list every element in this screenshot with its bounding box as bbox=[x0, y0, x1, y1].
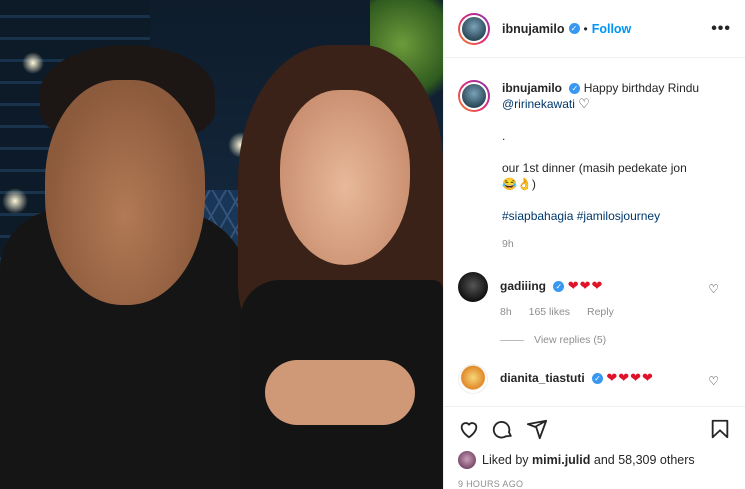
caption-line2-emoji: 😂👌) bbox=[502, 177, 536, 191]
post-side-panel: ibnujamilo ✓ • Follow ••• ibnujamilo ✓ H… bbox=[443, 0, 745, 489]
verified-icon: ✓ bbox=[569, 83, 581, 95]
comment-text: ❤❤❤ bbox=[567, 278, 604, 293]
share-icon[interactable] bbox=[526, 418, 548, 440]
man-face bbox=[45, 80, 205, 305]
caption-dot-line: . bbox=[502, 129, 506, 143]
comment-item: dianita_tiastuti ✓ ❤❤❤❤ ♡ bbox=[458, 364, 731, 394]
comment-username[interactable]: dianita_tiastuti bbox=[500, 371, 585, 385]
more-options-icon[interactable]: ••• bbox=[711, 20, 731, 38]
post-timestamp[interactable]: 9 HOURS AGO bbox=[458, 479, 731, 489]
bookmark-icon[interactable] bbox=[709, 418, 731, 440]
comment-username[interactable]: gadiiing bbox=[500, 279, 546, 293]
comment-likes[interactable]: 165 likes bbox=[529, 306, 570, 318]
caption-line1: Happy birthday Rindu bbox=[583, 81, 700, 95]
comment-icon[interactable] bbox=[492, 418, 514, 440]
comment-time[interactable]: 8h bbox=[500, 306, 512, 318]
caption: ibnujamilo ✓ Happy birthday Rindu @ririn… bbox=[458, 80, 731, 252]
verified-icon: ✓ bbox=[592, 373, 604, 385]
post-photo[interactable] bbox=[0, 0, 443, 489]
verified-icon: ✓ bbox=[553, 281, 565, 293]
verified-icon: ✓ bbox=[568, 23, 580, 34]
liked-by-count[interactable]: and 58,309 others bbox=[594, 453, 695, 467]
post-actions: Liked by mimi.julid and 58,309 others 9 … bbox=[444, 406, 745, 489]
view-replies-label[interactable]: View replies (5) bbox=[534, 334, 606, 346]
separator-dot: • bbox=[583, 21, 588, 36]
commenter-avatar[interactable] bbox=[458, 364, 488, 394]
liked-by-prefix: Liked by bbox=[482, 453, 529, 467]
comment-text: ❤❤❤❤ bbox=[606, 370, 654, 385]
background-light bbox=[22, 52, 44, 74]
liker-avatar[interactable] bbox=[458, 451, 476, 469]
follow-button[interactable]: Follow bbox=[592, 22, 632, 36]
author-username[interactable]: ibnujamilo bbox=[502, 22, 565, 36]
author-avatar[interactable] bbox=[458, 12, 490, 45]
white-heart-icon: ♡ bbox=[578, 96, 590, 111]
caption-mention[interactable]: @ririnekawati bbox=[502, 97, 575, 111]
liked-by: Liked by mimi.julid and 58,309 others bbox=[458, 451, 731, 469]
comment-item: gadiiing ✓ ❤❤❤ 8h 165 likes Reply ♡ bbox=[458, 272, 731, 320]
view-replies-button[interactable]: View replies (5) bbox=[500, 334, 731, 346]
like-heart-icon[interactable] bbox=[458, 418, 480, 440]
comment-like-icon[interactable]: ♡ bbox=[708, 282, 719, 296]
caption-line2: our 1st dinner (masih pedekate jon bbox=[502, 161, 687, 175]
caption-author-avatar[interactable] bbox=[458, 80, 490, 112]
woman-face bbox=[280, 90, 410, 265]
caption-author[interactable]: ibnujamilo bbox=[502, 81, 562, 95]
woman-arm bbox=[265, 360, 415, 425]
background-light bbox=[2, 188, 28, 214]
commenter-avatar[interactable] bbox=[458, 272, 488, 302]
caption-time[interactable]: 9h bbox=[502, 236, 699, 252]
reply-button[interactable]: Reply bbox=[587, 306, 614, 318]
comments-list[interactable]: ibnujamilo ✓ Happy birthday Rindu @ririn… bbox=[444, 58, 745, 406]
caption-hashtags[interactable]: #siapbahagia #jamilosjourney bbox=[502, 208, 699, 224]
liked-by-user[interactable]: mimi.julid bbox=[532, 453, 590, 467]
post-header: ibnujamilo ✓ • Follow ••• bbox=[444, 0, 745, 58]
comment-like-icon[interactable]: ♡ bbox=[708, 374, 719, 388]
replies-dash bbox=[500, 339, 524, 341]
